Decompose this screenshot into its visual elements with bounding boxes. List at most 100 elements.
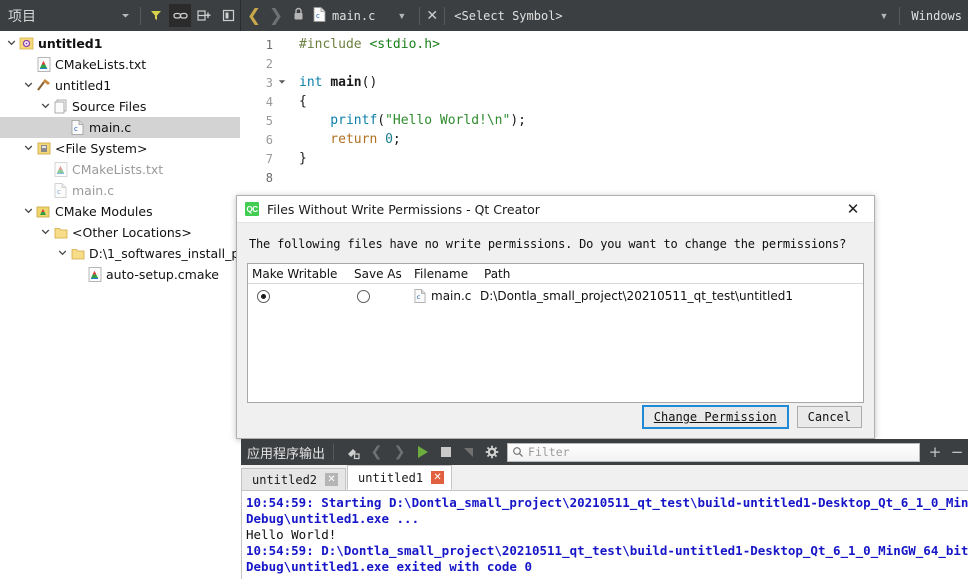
run-icon[interactable] xyxy=(411,441,434,463)
fold-marker-icon[interactable] xyxy=(275,78,289,88)
tab-untitled1[interactable]: untitled1 ✕ xyxy=(347,465,453,490)
code-line[interactable]: 5 printf("Hello World!\n"); xyxy=(241,111,968,130)
prev-item-icon[interactable]: ❮ xyxy=(365,441,388,463)
c-file-icon: c xyxy=(52,183,69,198)
close-icon[interactable]: ✕ xyxy=(431,471,445,484)
c-file-icon: c xyxy=(414,289,426,303)
project-selector-bar: 项目 xyxy=(0,0,240,31)
chevron-down-icon[interactable] xyxy=(55,248,69,260)
tree-item-other-locations[interactable]: <Other Locations> xyxy=(0,222,240,243)
next-item-icon[interactable]: ❯ xyxy=(388,441,411,463)
line-number: 7 xyxy=(265,151,273,166)
project-icon xyxy=(18,36,35,51)
close-icon[interactable]: ✕ xyxy=(325,473,339,486)
code-line[interactable]: 8 xyxy=(241,168,968,187)
change-permission-label-post: ermission xyxy=(711,410,777,424)
stop-icon[interactable] xyxy=(434,441,457,463)
tree-item-cmake-modules[interactable]: CMake Modules xyxy=(0,201,240,222)
select-symbol-combo[interactable]: <Select Symbol> ▼ xyxy=(448,9,896,23)
tree-item-d-1-softwares-install-p[interactable]: D:\1_softwares_install_p xyxy=(0,243,240,264)
svg-text:c: c xyxy=(57,188,61,196)
clear-output-icon[interactable] xyxy=(342,441,365,463)
chevron-down-icon[interactable] xyxy=(21,143,35,155)
filesystem-icon xyxy=(35,141,52,156)
chevron-down-icon[interactable] xyxy=(38,227,52,239)
tree-item-main-c[interactable]: c main.c xyxy=(0,180,240,201)
chevron-down-icon[interactable] xyxy=(4,38,18,50)
chevron-down-icon[interactable] xyxy=(21,80,35,92)
search-icon xyxy=(512,446,524,458)
cmake-icon xyxy=(35,57,52,72)
folder-icon xyxy=(52,226,69,240)
code-line[interactable]: 2 xyxy=(241,54,968,73)
split-add-icon[interactable] xyxy=(193,4,215,27)
svg-text:c: c xyxy=(74,125,78,133)
tree-item-cmakelists-txt[interactable]: CMakeLists.txt xyxy=(0,54,240,75)
close-icon[interactable]: ✕ xyxy=(832,196,874,223)
tree-item-label: D:\1_softwares_install_p xyxy=(89,246,240,261)
chevron-down-icon[interactable] xyxy=(38,101,52,113)
tab-untitled2[interactable]: untitled2 ✕ xyxy=(241,468,347,490)
windows-menu-label[interactable]: Windows xyxy=(903,9,968,23)
file-combo-caret-icon[interactable]: ▼ xyxy=(397,11,406,21)
toolbar-divider-2 xyxy=(419,6,421,25)
increase-font-button[interactable]: + xyxy=(924,443,946,461)
project-tree[interactable]: untitled1 CMakeLists.txt untitled1 Source F… xyxy=(0,31,240,580)
tree-item-cmakelists-txt[interactable]: CMakeLists.txt xyxy=(0,159,240,180)
tree-item-label: auto-setup.cmake xyxy=(106,267,220,282)
code-line[interactable]: 6 return 0; xyxy=(241,130,968,149)
chevron-down-icon[interactable] xyxy=(21,206,35,218)
change-permission-button[interactable]: Change Permission xyxy=(641,405,789,429)
sidebar-toggle-icon[interactable] xyxy=(217,4,239,27)
code-line[interactable]: 7} xyxy=(241,149,968,168)
tree-item-label: CMakeLists.txt xyxy=(72,162,164,177)
cancel-button[interactable]: Cancel xyxy=(796,406,862,428)
symbol-combo-caret-icon[interactable]: ▼ xyxy=(880,11,889,21)
filename-text: main.c xyxy=(431,289,472,303)
make-writable-radio[interactable] xyxy=(257,289,270,303)
code-text: printf("Hello World!\n"); xyxy=(299,113,526,128)
filename-cell: c main.c xyxy=(410,289,480,303)
console-output[interactable]: 10:54:59: Starting D:\Dontla_small_proje… xyxy=(241,491,968,579)
change-permission-accel: P xyxy=(704,410,712,424)
tree-item-untitled1[interactable]: untitled1 xyxy=(0,33,240,54)
tree-item-main-c[interactable]: c main.c xyxy=(0,117,240,138)
tree-item-auto-setup-cmake[interactable]: auto-setup.cmake xyxy=(0,264,240,285)
nav-back-icon[interactable]: ❮ xyxy=(243,6,265,26)
filter-icon[interactable] xyxy=(145,4,167,27)
column-header-save-as: Save As xyxy=(354,266,402,281)
line-number: 6 xyxy=(265,132,273,147)
tree-item-file-system[interactable]: <File System> xyxy=(0,138,240,159)
link-icon[interactable] xyxy=(169,4,191,27)
code-line[interactable]: 1 #include <stdio.h> xyxy=(241,35,968,54)
save-as-cell[interactable] xyxy=(350,289,410,303)
code-line[interactable]: 3 int main() xyxy=(241,73,968,92)
column-header-path: Path xyxy=(484,266,511,281)
cmake-modules-icon xyxy=(35,204,52,219)
close-file-button[interactable]: ✕ xyxy=(423,8,441,24)
code-line[interactable]: 4{ xyxy=(241,92,968,111)
column-header-filename: Filename xyxy=(414,266,469,281)
dropdown-caret-icon[interactable] xyxy=(114,4,136,27)
cancel-label: Cancel xyxy=(807,410,851,424)
output-tabs: untitled2 ✕ untitled1 ✕ xyxy=(241,465,968,491)
open-file-combo[interactable]: c main.c ▼ xyxy=(309,0,416,31)
lock-icon[interactable] xyxy=(287,7,309,24)
filter-input[interactable]: Filter xyxy=(507,442,920,462)
settings-gear-icon[interactable] xyxy=(480,441,503,463)
tree-item-label: main.c xyxy=(89,120,132,135)
nav-forward-icon[interactable]: ❯ xyxy=(265,6,287,26)
save-as-radio[interactable] xyxy=(357,289,370,303)
files-table[interactable]: Make Writable Save As Filename Path c ma… xyxy=(247,263,864,403)
tree-item-untitled1[interactable]: untitled1 xyxy=(0,75,240,96)
make-writable-cell[interactable] xyxy=(248,289,350,303)
code-text: #include <stdio.h> xyxy=(299,37,440,52)
hammer-icon xyxy=(35,78,52,93)
tree-item-source-files[interactable]: Source Files xyxy=(0,96,240,117)
attach-debugger-icon[interactable] xyxy=(457,441,480,463)
tab-label: untitled2 xyxy=(252,472,318,487)
table-row[interactable]: c main.c D:\Dontla_small_project\2021051… xyxy=(248,284,863,308)
decrease-font-button[interactable]: − xyxy=(946,443,968,461)
code-text: { xyxy=(299,94,307,109)
console-line: Debug\untitled1.exe exited with code 0 xyxy=(246,559,532,574)
